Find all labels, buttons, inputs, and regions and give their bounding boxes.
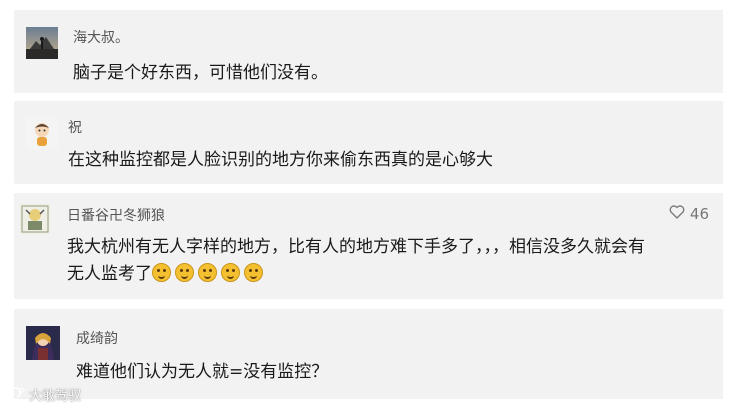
comment-username[interactable]: 日番谷卍冬狮狼 [67, 205, 165, 225]
comment-text: 在这种监控都是人脸识别的地方你来偷东西真的是心够大 [68, 150, 493, 170]
like-button[interactable]: 46 [669, 205, 709, 223]
laugh-emoji-icon [244, 263, 263, 282]
like-count: 46 [689, 205, 709, 223]
silhouette-avatar-icon[interactable] [26, 27, 58, 59]
comment-text-line1: 我大杭州有无人字样的地方，比有人的地方难下手多了，，，相信没多久就会有 [67, 237, 645, 257]
watermark-text: 大敢驾驭 [29, 389, 82, 404]
comment-card: 成绮韵 难道他们认为无人就=没有监控？ [14, 309, 723, 399]
cartoon-avatar-icon[interactable] [26, 117, 58, 149]
comment-card: 海大叔。 脑子是个好东西，可惜他们没有。 [14, 10, 723, 93]
laugh-emoji-icon [221, 263, 240, 282]
laugh-emoji-icon [175, 263, 194, 282]
comment-text: 脑子是个好东西，可惜他们没有。 [73, 63, 328, 83]
comment-username[interactable]: 祝 [68, 117, 82, 137]
laugh-emoji-icon [152, 263, 171, 282]
comment-card: 祝 在这种监控都是人脸识别的地方你来偷东西真的是心够大 [14, 101, 723, 184]
laugh-emoji-icon [198, 263, 217, 282]
comment-username[interactable]: 成绮韵 [76, 328, 118, 348]
comment-username[interactable]: 海大叔。 [73, 27, 129, 47]
heart-outline-icon [669, 205, 685, 223]
comment-text: 难道他们认为无人就=没有监控？ [76, 362, 329, 382]
comment-text-line2: 无人监考了 [67, 261, 267, 288]
cartoon-avatar-icon[interactable] [20, 204, 50, 234]
comment-text-line2-text: 无人监考了 [67, 264, 152, 284]
watermark-logo-icon [8, 386, 26, 404]
anime-avatar-icon[interactable] [26, 326, 60, 360]
watermark: 大敢驾驭 [8, 385, 81, 404]
comment-card: 日番谷卍冬狮狼 46 我大杭州有无人字样的地方，比有人的地方难下手多了，，，相信… [14, 193, 723, 299]
